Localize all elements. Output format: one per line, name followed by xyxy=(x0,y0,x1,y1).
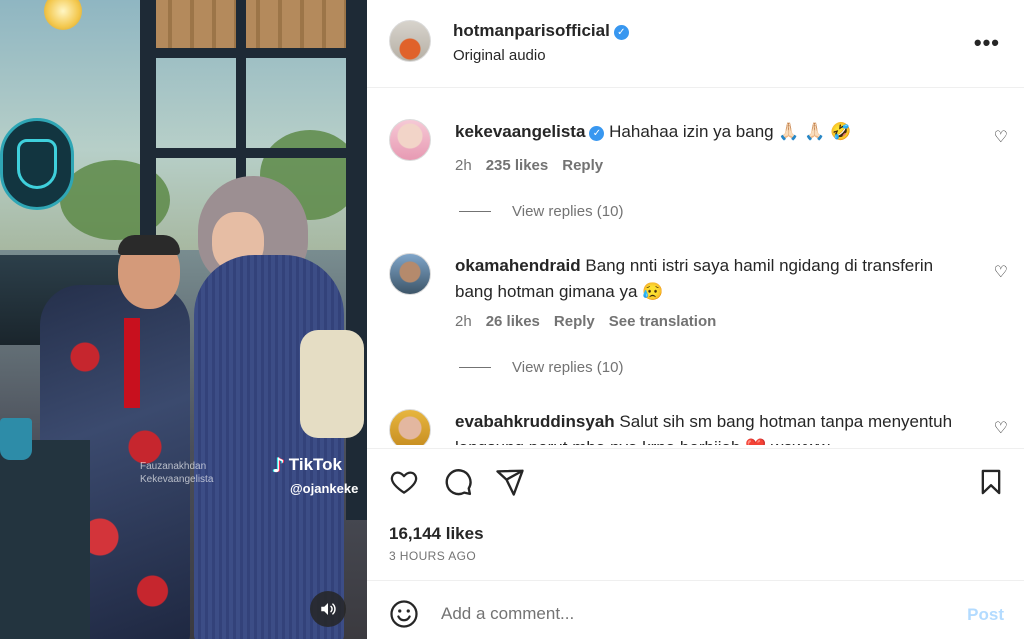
comment-meta: 2h 235 likes Reply xyxy=(455,157,603,174)
commenter-avatar[interactable] xyxy=(389,409,431,445)
audio-link[interactable]: Original audio xyxy=(453,47,546,64)
comment-button[interactable] xyxy=(441,465,475,499)
replies-divider xyxy=(459,211,491,212)
replies-divider xyxy=(459,367,491,368)
like-button[interactable] xyxy=(387,465,421,499)
post-comment-button[interactable]: Post xyxy=(967,605,1004,625)
video-window-frame xyxy=(150,48,367,58)
heart-icon: ♡ xyxy=(993,262,1008,281)
comment-reply-button[interactable]: Reply xyxy=(554,313,595,330)
post-likes-count[interactable]: 16,144 likes xyxy=(389,524,484,544)
verified-badge-icon: ✓ xyxy=(589,126,605,141)
comment-composer: Post xyxy=(367,580,1024,639)
save-button[interactable] xyxy=(974,465,1008,499)
commenter-username[interactable]: okamahendraid xyxy=(455,256,581,275)
view-replies-button[interactable]: View replies (10) xyxy=(459,359,623,376)
see-translation-button[interactable]: See translation xyxy=(609,313,717,330)
heart-icon: ♡ xyxy=(993,127,1008,146)
video-woman xyxy=(194,255,344,639)
share-icon xyxy=(496,469,524,496)
comment-text: okamahendraid Bang nnti istri saya hamil… xyxy=(455,253,975,305)
comment-meta: 2h 26 likes Reply See translation xyxy=(455,313,716,330)
post-panel: hotmanparisofficial ✓ Original audio ••• … xyxy=(367,0,1024,639)
view-replies-label: View replies (10) xyxy=(512,359,624,376)
emoji-icon xyxy=(390,600,418,628)
video-roof xyxy=(150,0,367,52)
video-bag xyxy=(300,330,364,438)
post-header: hotmanparisofficial ✓ Original audio ••• xyxy=(367,0,1024,88)
video-cafe-sign xyxy=(0,118,74,210)
comment-input[interactable] xyxy=(441,599,941,629)
watermark-line: Kekevaangelista xyxy=(140,474,214,485)
more-icon: ••• xyxy=(973,30,1000,55)
comment-like-button[interactable]: ♡ xyxy=(994,262,1008,281)
video-table xyxy=(0,440,90,639)
author-username[interactable]: hotmanparisofficial ✓ xyxy=(453,21,629,41)
save-icon xyxy=(981,469,1001,495)
post-video[interactable]: Fauzanakhdan Kekevaangelista ♪ TikTok @o… xyxy=(0,0,367,639)
verified-badge-icon: ✓ xyxy=(613,25,629,40)
comments-list[interactable]: kekevaangelista ✓ Hahahaa izin ya bang 🙏🏻… xyxy=(367,89,1024,445)
watermark-line: Fauzanakhdan xyxy=(140,461,207,472)
comment-likes[interactable]: 26 likes xyxy=(486,313,540,330)
video-man-hair xyxy=(118,235,180,255)
comment-icon xyxy=(445,469,472,496)
video-window-frame xyxy=(150,148,367,158)
commenter-username[interactable]: kekevaangelista xyxy=(455,122,585,141)
tiktok-label: TikTok xyxy=(288,455,342,474)
comment-age: 2h xyxy=(455,313,472,330)
more-options-button[interactable]: ••• xyxy=(974,30,1000,56)
comment-text: evabahkruddinsyah Salut sih sm bang hotm… xyxy=(455,409,975,445)
share-button[interactable] xyxy=(493,465,527,499)
commenter-avatar[interactable] xyxy=(389,253,431,295)
author-username-label: hotmanparisofficial xyxy=(453,21,610,40)
comment-body: Hahahaa izin ya bang 🙏🏻 🙏🏻 🤣 xyxy=(609,122,852,141)
comment-reply-button[interactable]: Reply xyxy=(562,157,603,174)
post-timestamp: 3 HOURS AGO xyxy=(389,549,477,563)
comment-like-button[interactable]: ♡ xyxy=(994,418,1008,437)
tiktok-watermark: ♪ TikTok xyxy=(272,453,342,477)
video-man-tie xyxy=(124,318,140,408)
tiktok-icon: ♪ xyxy=(272,453,285,477)
comment-like-button[interactable]: ♡ xyxy=(994,127,1008,146)
heart-icon: ♡ xyxy=(993,418,1008,437)
video-mug xyxy=(0,418,32,460)
tiktok-handle: @ojankeke xyxy=(290,481,359,496)
author-avatar[interactable] xyxy=(389,20,431,62)
comment-likes[interactable]: 235 likes xyxy=(486,157,549,174)
volume-icon xyxy=(321,603,336,615)
volume-button[interactable] xyxy=(310,591,346,627)
emoji-button[interactable] xyxy=(389,599,419,629)
commenter-avatar[interactable] xyxy=(389,119,431,161)
commenter-username[interactable]: evabahkruddinsyah xyxy=(455,412,615,431)
heart-icon xyxy=(390,471,418,494)
view-replies-label: View replies (10) xyxy=(512,203,624,220)
post-actions: 16,144 likes 3 HOURS AGO xyxy=(367,448,1024,580)
view-replies-button[interactable]: View replies (10) xyxy=(459,203,623,220)
comment-text: kekevaangelista ✓ Hahahaa izin ya bang 🙏🏻… xyxy=(455,119,975,145)
video-watermark: Fauzanakhdan Kekevaangelista xyxy=(140,460,213,486)
comment-age: 2h xyxy=(455,157,472,174)
video-window-frame xyxy=(346,0,367,520)
